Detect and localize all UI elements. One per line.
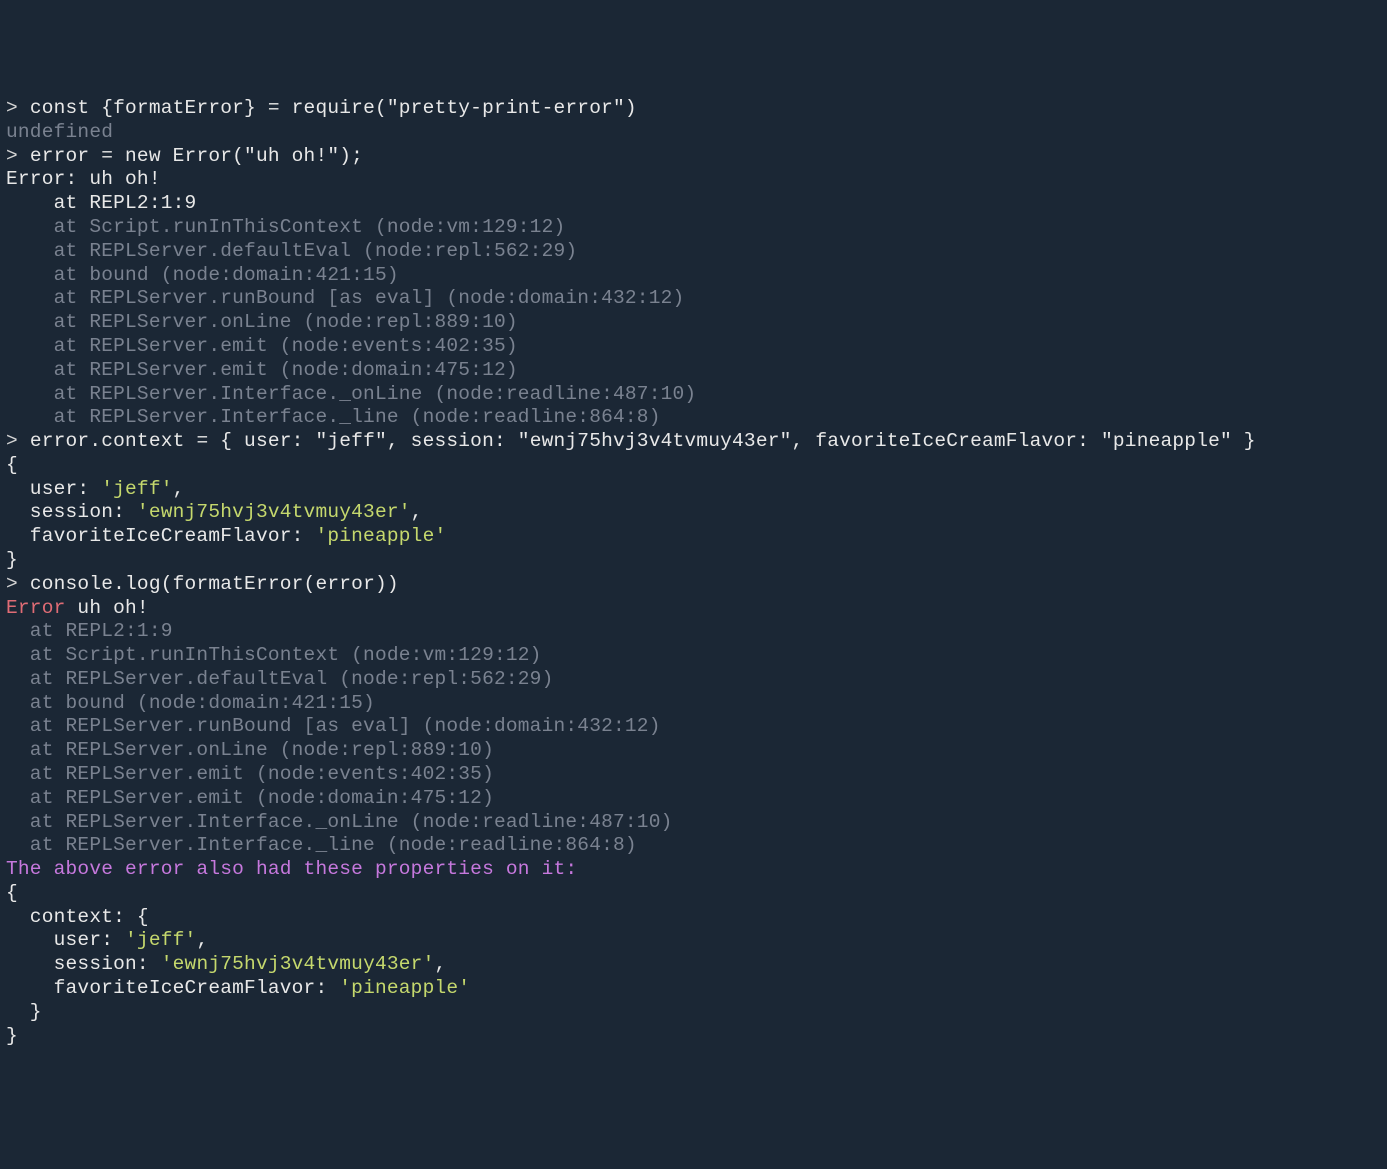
repl-prompt: > — [6, 573, 30, 595]
object-key: favoriteIceCreamFlavor: — [6, 525, 315, 547]
string-value: 'pineapple' — [339, 977, 470, 999]
stack-frame: at REPLServer.runBound [as eval] (node:d… — [6, 715, 661, 737]
stack-frame: at bound (node:domain:421:15) — [6, 264, 399, 286]
stack-frame: at REPLServer.Interface._onLine (node:re… — [6, 383, 696, 405]
object-brace: { — [6, 882, 18, 904]
repl-prompt: > — [6, 430, 30, 452]
stack-frame: at REPLServer.emit (node:events:402:35) — [6, 763, 494, 785]
input-line: const {formatError} = require("pretty-pr… — [30, 97, 637, 119]
stack-frame: at REPL2:1:9 — [6, 620, 173, 642]
stack-frame: at REPLServer.Interface._onLine (node:re… — [6, 811, 673, 833]
object-key: favoriteIceCreamFlavor: — [6, 977, 339, 999]
stack-frame: at REPLServer.defaultEval (node:repl:562… — [6, 240, 577, 262]
string-value: 'ewnj75hvj3v4tvmuy43er' — [137, 501, 411, 523]
repl-prompt: > — [6, 97, 30, 119]
object-key: session: — [6, 953, 161, 975]
error-label: Error — [6, 597, 66, 619]
comma: , — [411, 501, 423, 523]
input-line: error = new Error("uh oh!"); — [30, 145, 363, 167]
string-value: 'ewnj75hvj3v4tvmuy43er' — [161, 953, 435, 975]
stack-frame: at REPLServer.defaultEval (node:repl:562… — [6, 668, 554, 690]
comma: , — [196, 929, 208, 951]
stack-frame: at REPLServer.runBound [as eval] (node:d… — [6, 287, 684, 309]
object-key: context: { — [6, 906, 149, 928]
object-brace: } — [6, 1025, 18, 1047]
comma: , — [173, 478, 185, 500]
stack-frame: at REPLServer.onLine (node:repl:889:10) — [6, 739, 494, 761]
object-brace: } — [6, 1001, 42, 1023]
stack-frame: at Script.runInThisContext (node:vm:129:… — [6, 644, 542, 666]
object-key: user: — [6, 478, 101, 500]
error-header: Error: uh oh! — [6, 168, 161, 190]
input-line: error.context = { user: "jeff", session:… — [30, 430, 1256, 452]
stack-frame: at REPLServer.onLine (node:repl:889:10) — [6, 311, 518, 333]
stack-frame: at REPLServer.emit (node:events:402:35) — [6, 335, 518, 357]
stack-frame: at bound (node:domain:421:15) — [6, 692, 375, 714]
string-value: 'jeff' — [125, 929, 196, 951]
stack-frame: at REPLServer.Interface._line (node:read… — [6, 406, 661, 428]
input-line: console.log(formatError(error)) — [30, 573, 399, 595]
repl-prompt: > — [6, 145, 30, 167]
string-value: 'pineapple' — [315, 525, 446, 547]
stack-frame: at REPLServer.emit (node:domain:475:12) — [6, 787, 494, 809]
properties-header: The above error also had these propertie… — [6, 858, 577, 880]
object-brace: } — [6, 549, 18, 571]
stack-frame: at REPL2:1:9 — [6, 192, 196, 214]
object-brace: { — [6, 454, 18, 476]
error-message: uh oh! — [66, 597, 149, 619]
stack-frame: at Script.runInThisContext (node:vm:129:… — [6, 216, 565, 238]
object-key: user: — [6, 929, 125, 951]
object-key: session: — [6, 501, 137, 523]
comma: , — [434, 953, 446, 975]
string-value: 'jeff' — [101, 478, 172, 500]
stack-frame: at REPLServer.emit (node:domain:475:12) — [6, 359, 518, 381]
stack-frame: at REPLServer.Interface._line (node:read… — [6, 834, 637, 856]
undefined-output: undefined — [6, 121, 113, 143]
terminal-output: > const {formatError} = require("pretty-… — [6, 97, 1381, 1048]
